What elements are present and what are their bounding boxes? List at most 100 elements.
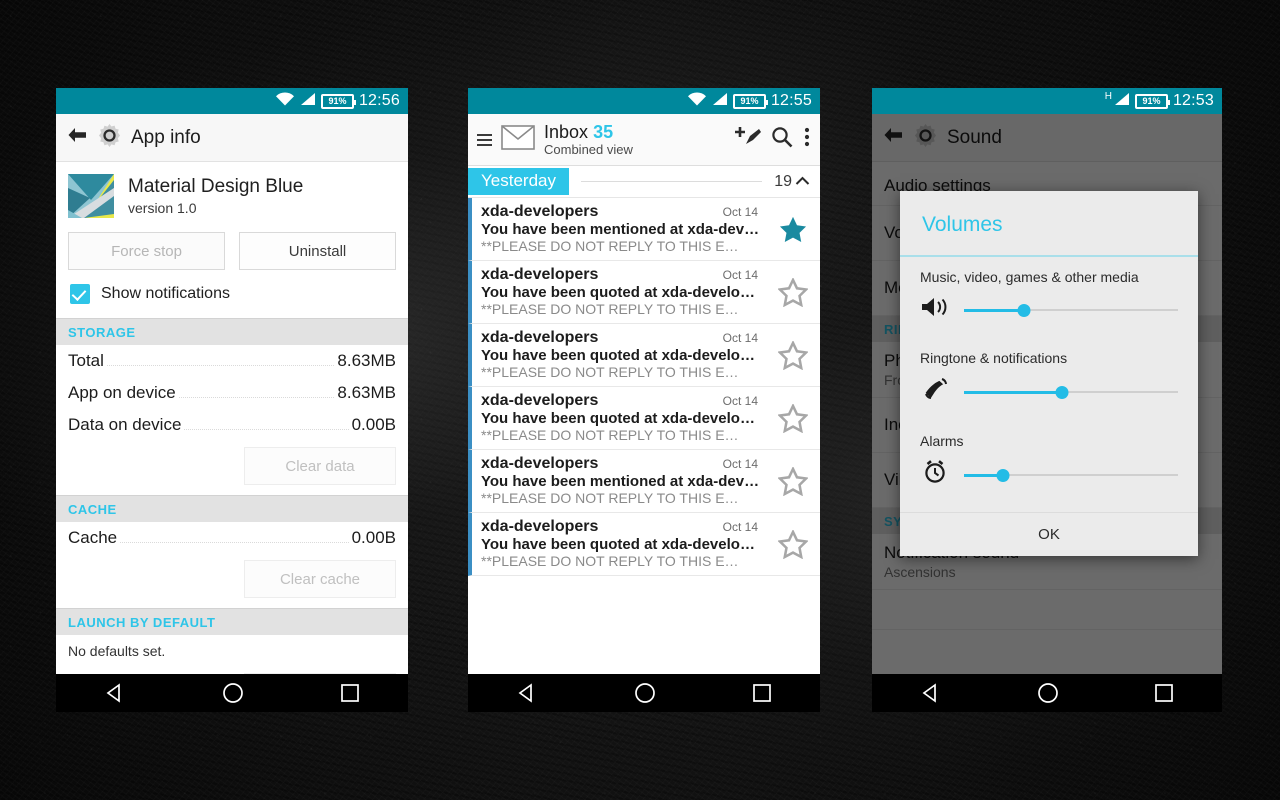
nav-recents-square-icon[interactable] — [751, 682, 773, 704]
slider-thumb[interactable] — [1017, 303, 1031, 317]
list-item[interactable]: xda-developers Oct 14 You have been quot… — [468, 513, 820, 576]
show-notifications-row[interactable]: Show notifications — [56, 280, 408, 318]
status-clock: 12:55 — [770, 92, 812, 109]
app-header: Material Design Blue version 1.0 — [56, 162, 408, 232]
list-item[interactable]: xda-developers Oct 14 You have been ment… — [468, 198, 820, 261]
date-group-count-block: 19 — [774, 173, 820, 191]
envelope-icon[interactable] — [501, 124, 535, 155]
alarms-volume-label: Alarms — [920, 433, 964, 449]
no-defaults-text: No defaults set. — [56, 635, 408, 667]
battery-indicator: 91% — [320, 93, 356, 109]
date-group-bar[interactable]: Yesterday 19 — [468, 166, 820, 198]
slider-thumb[interactable] — [996, 468, 1010, 482]
slider-fill — [964, 308, 1024, 312]
nav-recents-square-icon[interactable] — [1153, 682, 1175, 704]
star-icon[interactable] — [766, 198, 820, 260]
alarms-volume-slider[interactable] — [964, 466, 1178, 484]
star-icon[interactable] — [766, 261, 820, 323]
inbox-label: Inbox — [544, 121, 589, 142]
clear-cache-row: Clear cache — [56, 554, 408, 608]
nav-back-triangle-icon[interactable] — [919, 682, 943, 704]
uninstall-button[interactable]: Uninstall — [239, 232, 396, 270]
list-item[interactable]: xda-developers Oct 14 You have been quot… — [468, 261, 820, 324]
mail-subject: You have been mentioned at xda-dev… — [481, 473, 760, 490]
clear-cache-button[interactable]: Clear cache — [244, 560, 396, 598]
back-arrow-icon[interactable] — [882, 125, 904, 150]
star-icon[interactable] — [766, 450, 820, 512]
overflow-menu-icon[interactable] — [803, 125, 811, 154]
mail-sender: xda-developers — [481, 329, 599, 346]
row-dots — [184, 429, 349, 430]
page-title: Sound — [947, 126, 1002, 148]
nav-recents-square-icon[interactable] — [339, 682, 361, 704]
slider-thumb[interactable] — [1055, 385, 1069, 399]
force-stop-button[interactable]: Force stop — [68, 232, 225, 270]
list-item[interactable] — [872, 590, 1222, 630]
mail-sender: xda-developers — [481, 266, 599, 283]
mail-date: Oct 14 — [722, 394, 758, 408]
network-type-label: H — [1104, 91, 1112, 102]
signal-icon — [1114, 92, 1130, 111]
ringtone-volume-label: Ringtone & notifications — [920, 350, 1068, 366]
mail-subject: You have been quoted at xda-develo… — [481, 410, 755, 427]
nav-home-circle-icon[interactable] — [633, 681, 657, 705]
list-item[interactable]: xda-developers Oct 14 You have been ment… — [468, 450, 820, 513]
row-value: 8.63MB — [337, 383, 396, 402]
status-bar: H 91% 12:53 — [872, 88, 1222, 114]
cache-row: Cache 0.00B — [56, 522, 408, 554]
row-value: 0.00B — [351, 415, 396, 434]
storage-row-app-on-device: App on device 8.63MB — [56, 377, 408, 409]
navigation-bar — [468, 674, 820, 712]
hamburger-menu-icon[interactable] — [477, 133, 492, 146]
show-notifications-checkbox[interactable] — [70, 284, 90, 304]
storage-section-header: STORAGE — [56, 318, 408, 345]
action-bar: Sound — [872, 114, 1222, 162]
clear-defaults-button[interactable] — [244, 673, 396, 674]
show-notifications-label: Show notifications — [101, 285, 230, 302]
mail-preview: **PLEASE DO NOT REPLY TO THIS E… — [481, 427, 739, 443]
slider-fill — [964, 390, 1063, 394]
mail-sender: xda-developers — [481, 203, 599, 220]
row-key: Cache — [68, 528, 118, 547]
battery-percent: 91% — [1142, 96, 1161, 106]
media-volume-label: Music, video, games & other media — [920, 269, 1139, 285]
mail-preview: **PLEASE DO NOT REPLY TO THIS E… — [481, 553, 739, 569]
wifi-icon — [275, 91, 295, 111]
ringtone-volume-slider[interactable] — [964, 383, 1178, 401]
row-value: 0.00B — [351, 528, 396, 547]
volumes-dialog: Volumes Music, video, games & other medi… — [900, 191, 1198, 556]
mail-content: xda-developers Oct 14 You have been quot… — [472, 324, 766, 386]
list-item[interactable]: xda-developers Oct 14 You have been quot… — [468, 324, 820, 387]
dialog-body: Music, video, games & other media Ringto… — [900, 257, 1198, 512]
star-icon[interactable] — [766, 387, 820, 449]
row-dots — [178, 397, 335, 398]
ringtone-volume-row[interactable] — [920, 376, 1178, 407]
back-arrow-icon[interactable] — [66, 125, 88, 150]
mail-subject: You have been mentioned at xda-dev… — [481, 221, 760, 238]
nav-back-triangle-icon[interactable] — [103, 682, 127, 704]
nav-home-circle-icon[interactable] — [221, 681, 245, 705]
mail-preview: **PLEASE DO NOT REPLY TO THIS E… — [481, 301, 739, 317]
mail-sender: xda-developers — [481, 455, 599, 472]
nav-back-triangle-icon[interactable] — [515, 682, 539, 704]
launch-clear-row — [56, 667, 408, 674]
clear-data-button[interactable]: Clear data — [244, 447, 396, 485]
media-volume-slider[interactable] — [964, 301, 1178, 319]
inbox-subtitle: Combined view — [544, 141, 633, 157]
search-icon[interactable] — [770, 125, 794, 154]
star-icon[interactable] — [766, 513, 820, 575]
compose-pencil-icon[interactable] — [733, 124, 761, 155]
dialog-title: Volumes — [922, 213, 1003, 236]
mail-sender: xda-developers — [481, 392, 599, 409]
list-item[interactable]: xda-developers Oct 14 You have been quot… — [468, 387, 820, 450]
mail-content: xda-developers Oct 14 You have been ment… — [472, 198, 766, 260]
ok-button[interactable]: OK — [1038, 526, 1060, 543]
alarms-volume-row[interactable] — [920, 459, 1178, 490]
settings-gear-icon — [98, 123, 121, 152]
media-volume-row[interactable] — [920, 295, 1178, 324]
chevron-up-icon[interactable] — [795, 173, 810, 191]
star-icon[interactable] — [766, 324, 820, 386]
nav-home-circle-icon[interactable] — [1036, 681, 1060, 705]
row-dots — [106, 365, 335, 366]
mail-list[interactable]: xda-developers Oct 14 You have been ment… — [468, 198, 820, 576]
